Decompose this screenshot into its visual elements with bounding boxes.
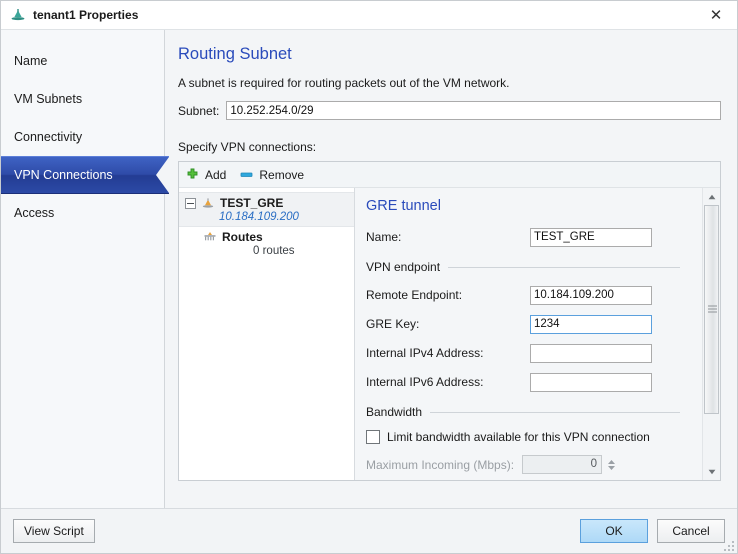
tree-node-address: 10.184.109.200 <box>219 211 299 223</box>
group-label: VPN endpoint <box>366 260 441 274</box>
remote-endpoint-input[interactable] <box>530 285 652 305</box>
max-incoming-input[interactable]: 0 <box>522 455 603 474</box>
field-row-name: Name: <box>366 227 688 247</box>
remote-endpoint-label: Remote Endpoint: <box>366 288 463 302</box>
vpn-panes: TEST_GRE 10.184.109.200 Routes 0 routes … <box>179 188 720 480</box>
gre-key-input[interactable] <box>530 314 652 334</box>
dialog-footer: View Script OK Cancel <box>1 508 737 553</box>
content-panel: Routing Subnet A subnet is required for … <box>165 30 737 508</box>
group-header-vpn-endpoint: VPN endpoint <box>366 260 688 274</box>
sidebar-item-label: VM Subnets <box>14 92 83 106</box>
vpn-section-label: Specify VPN connections: <box>178 140 317 154</box>
max-incoming-label: Maximum Incoming (Mbps): <box>366 457 515 472</box>
scrollbar-down-icon[interactable] <box>703 463 720 480</box>
vpn-tree[interactable]: TEST_GRE 10.184.109.200 Routes 0 routes <box>179 188 355 480</box>
subnet-label: Subnet: <box>178 103 220 118</box>
tree-node-routes-count: 0 routes <box>253 245 295 257</box>
sidebar-item-label: Access <box>14 206 55 220</box>
scrollbar-grip-icon <box>708 305 717 314</box>
vpn-details: GRE tunnel Name: VPN endpoint Remote End <box>355 188 702 480</box>
scrollbar-up-icon[interactable] <box>703 188 720 205</box>
tenant-network-icon <box>11 9 25 21</box>
vpn-connections-box: Add Remove TEST_GRE 10.184.109.200 Route… <box>178 161 721 481</box>
page-title: Routing Subnet <box>178 45 292 63</box>
remove-button[interactable]: Remove <box>240 168 304 182</box>
view-script-button[interactable]: View Script <box>13 519 95 543</box>
internal-ipv6-label: Internal IPv6 Address: <box>366 375 484 389</box>
window-title: tenant1 Properties <box>33 8 139 22</box>
limit-bandwidth-checkbox[interactable] <box>366 430 380 444</box>
sidebar: Name VM Subnets Connectivity VPN Connect… <box>1 30 169 508</box>
sidebar-item-access[interactable]: Access <box>1 194 164 232</box>
sidebar-item-vpn-connections[interactable]: VPN Connections <box>1 156 169 194</box>
scrollbar-thumb[interactable] <box>704 205 719 414</box>
sidebar-item-label: VPN Connections <box>14 168 113 182</box>
minus-icon <box>240 168 253 181</box>
page-description: A subnet is required for routing packets… <box>178 76 510 90</box>
field-row-internal-ipv6: Internal IPv6 Address: <box>366 372 688 392</box>
dialog-body: Name VM Subnets Connectivity VPN Connect… <box>1 29 737 508</box>
vpn-connection-icon <box>201 196 215 210</box>
group-header-bandwidth: Bandwidth <box>366 405 688 419</box>
internal-ipv4-label: Internal IPv4 Address: <box>366 346 484 360</box>
vpn-details-wrap: GRE tunnel Name: VPN endpoint Remote End <box>355 188 720 480</box>
sidebar-item-vm-subnets[interactable]: VM Subnets <box>1 80 164 118</box>
group-label: Bandwidth <box>366 405 423 419</box>
field-row-internal-ipv4: Internal IPv4 Address: <box>366 343 688 363</box>
tree-node-label: Routes <box>222 230 263 244</box>
plus-icon <box>186 168 199 181</box>
gre-key-label: GRE Key: <box>366 317 420 331</box>
internal-ipv6-input[interactable] <box>530 372 652 392</box>
remove-label: Remove <box>259 167 305 182</box>
selection-chevron-icon <box>156 157 169 193</box>
details-title: GRE tunnel <box>366 198 441 214</box>
add-button[interactable]: Add <box>186 168 226 182</box>
tree-node-vpn-connection[interactable]: TEST_GRE 10.184.109.200 <box>179 192 354 227</box>
tree-node-row: Routes <box>203 230 352 244</box>
sidebar-item-label: Connectivity <box>14 130 83 144</box>
limit-bandwidth-row[interactable]: Limit bandwidth available for this VPN c… <box>366 430 688 444</box>
field-row-remote-endpoint: Remote Endpoint: <box>366 285 688 305</box>
tree-node-label: TEST_GRE <box>220 196 284 210</box>
ok-button[interactable]: OK <box>580 519 648 543</box>
name-input[interactable] <box>530 227 652 247</box>
group-rule <box>448 266 680 268</box>
max-incoming-stepper[interactable] <box>605 455 618 474</box>
stepper-down-icon[interactable] <box>607 465 616 471</box>
max-incoming-row: Maximum Incoming (Mbps): 0 <box>366 455 688 474</box>
add-label: Add <box>205 167 227 182</box>
collapse-box-icon[interactable] <box>185 197 196 209</box>
limit-bandwidth-label: Limit bandwidth available for this VPN c… <box>387 430 650 444</box>
internal-ipv4-input[interactable] <box>530 343 652 363</box>
group-rule <box>430 411 680 413</box>
scrollbar-track[interactable] <box>703 205 720 463</box>
close-icon[interactable]: ✕ <box>695 1 737 29</box>
field-row-gre-key: GRE Key: <box>366 314 688 334</box>
sidebar-item-name[interactable]: Name <box>1 42 164 80</box>
subnet-input[interactable] <box>226 101 721 120</box>
cancel-button[interactable]: Cancel <box>657 519 725 543</box>
tree-node-routes[interactable]: Routes 0 routes <box>179 227 354 260</box>
sidebar-item-connectivity[interactable]: Connectivity <box>1 118 164 156</box>
properties-dialog: tenant1 Properties ✕ Name VM Subnets Con… <box>0 0 738 554</box>
details-scrollbar[interactable] <box>702 188 720 480</box>
vpn-toolbar: Add Remove <box>179 162 720 188</box>
resize-grip[interactable] <box>722 539 734 551</box>
tree-node-row: TEST_GRE <box>185 196 352 210</box>
title-bar: tenant1 Properties ✕ <box>1 1 737 29</box>
name-label: Name: <box>366 230 402 244</box>
sidebar-item-label: Name <box>14 54 48 68</box>
subnet-row: Subnet: <box>178 101 721 120</box>
routes-icon <box>203 230 217 244</box>
